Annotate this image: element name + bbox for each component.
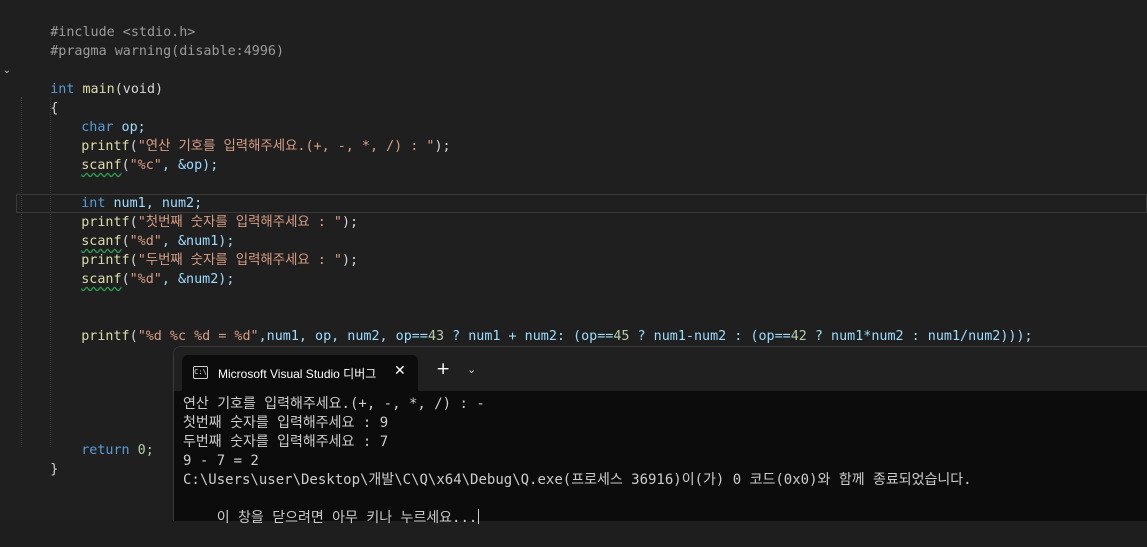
code-line-printf3: printf("두번째 숫자를 입력해주세요 : "); (81, 253, 359, 268)
code-line-open-brace: { (50, 101, 59, 116)
text-cursor (478, 509, 480, 524)
code-line-return: return 0; (81, 443, 154, 458)
console-icon: C:\ (193, 366, 208, 379)
code-line-close-brace: } (50, 462, 59, 477)
code-line-int-decl: int num1, num2; (81, 196, 203, 211)
code-line-main: int main(void) (50, 82, 164, 97)
console-line: 연산 기호를 입력해주세요.(+, -, *, /) : - (183, 396, 485, 412)
terminal-tab-title: Microsoft Visual Studio 디버그 (218, 367, 377, 381)
console-line: 두번째 숫자를 입력해주세요 : 7 (183, 434, 389, 450)
code-line-printf2: printf("첫번째 숫자를 입력해주세요 : "); (81, 215, 359, 230)
code-line-scanf1: scanf("%c", &op); (81, 158, 219, 173)
close-icon[interactable]: ✕ (394, 363, 406, 379)
code-line-printf1: printf("연산 기호를 입력해주세요.(+, -, *, /) : "); (81, 139, 451, 154)
code-line-pragma: #pragma warning(disable:4996) (50, 44, 285, 59)
code-line-scanf3: scanf("%d", &num2); (81, 272, 235, 287)
console-line-prompt: 이 창을 닫으려면 아무 키나 누르세요... (216, 509, 480, 526)
chevron-down-icon[interactable]: ⌄ (467, 363, 476, 376)
terminal-tab[interactable]: C:\ Microsoft Visual Studio 디버그 ✕ (182, 355, 418, 391)
console-line: C:\Users\user\Desktop\개발\C\Q\x64\Debug\Q… (183, 472, 972, 488)
console-line: 첫번째 숫자를 입력해주세요 : 9 (183, 415, 389, 431)
collapse-icon[interactable]: ⌄ (2, 66, 12, 76)
code-line-char-decl: char op; (81, 120, 146, 135)
code-line-scanf2: scanf("%d", &num1); (81, 234, 235, 249)
terminal-tab-bar: C:\ Microsoft Visual Studio 디버그 ✕ + ⌄ (174, 347, 1147, 391)
code-line-printf-result: printf("%d %c %d = %d",num1, op, num2, o… (81, 329, 1033, 344)
console-line: 9 - 7 = 2 (183, 453, 259, 469)
code-line-include: #include <stdio.h> (50, 25, 196, 40)
new-tab-icon[interactable]: + (436, 361, 450, 378)
debug-console-window[interactable]: C:\ Microsoft Visual Studio 디버그 ✕ + ⌄ 연산… (173, 346, 1147, 526)
